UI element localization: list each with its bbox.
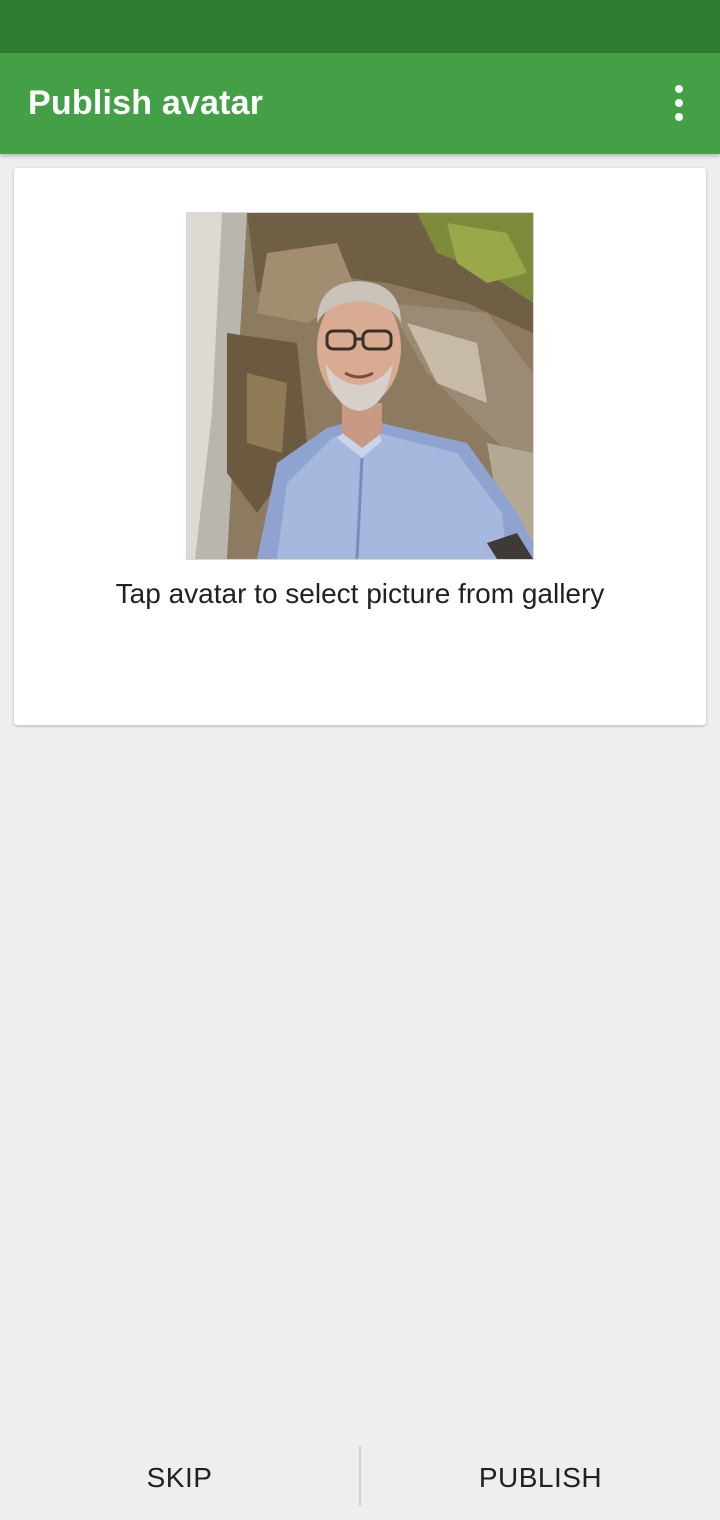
skip-button[interactable]: SKIP: [0, 1436, 359, 1520]
app-bar: Publish avatar: [0, 53, 720, 154]
status-bar: [0, 0, 720, 53]
more-vert-icon-dot: [675, 113, 683, 121]
avatar-card: Tap avatar to select picture from galler…: [14, 168, 706, 725]
more-options-button[interactable]: [654, 78, 704, 128]
more-vert-icon: [675, 85, 683, 93]
avatar[interactable]: [186, 212, 534, 560]
avatar-photo-icon: [187, 213, 533, 559]
page-title: Publish avatar: [28, 84, 264, 122]
bottom-action-bar: SKIP PUBLISH: [0, 1436, 720, 1520]
more-vert-icon-dot: [675, 99, 683, 107]
publish-button[interactable]: PUBLISH: [361, 1436, 720, 1520]
avatar-hint-text: Tap avatar to select picture from galler…: [115, 578, 605, 609]
